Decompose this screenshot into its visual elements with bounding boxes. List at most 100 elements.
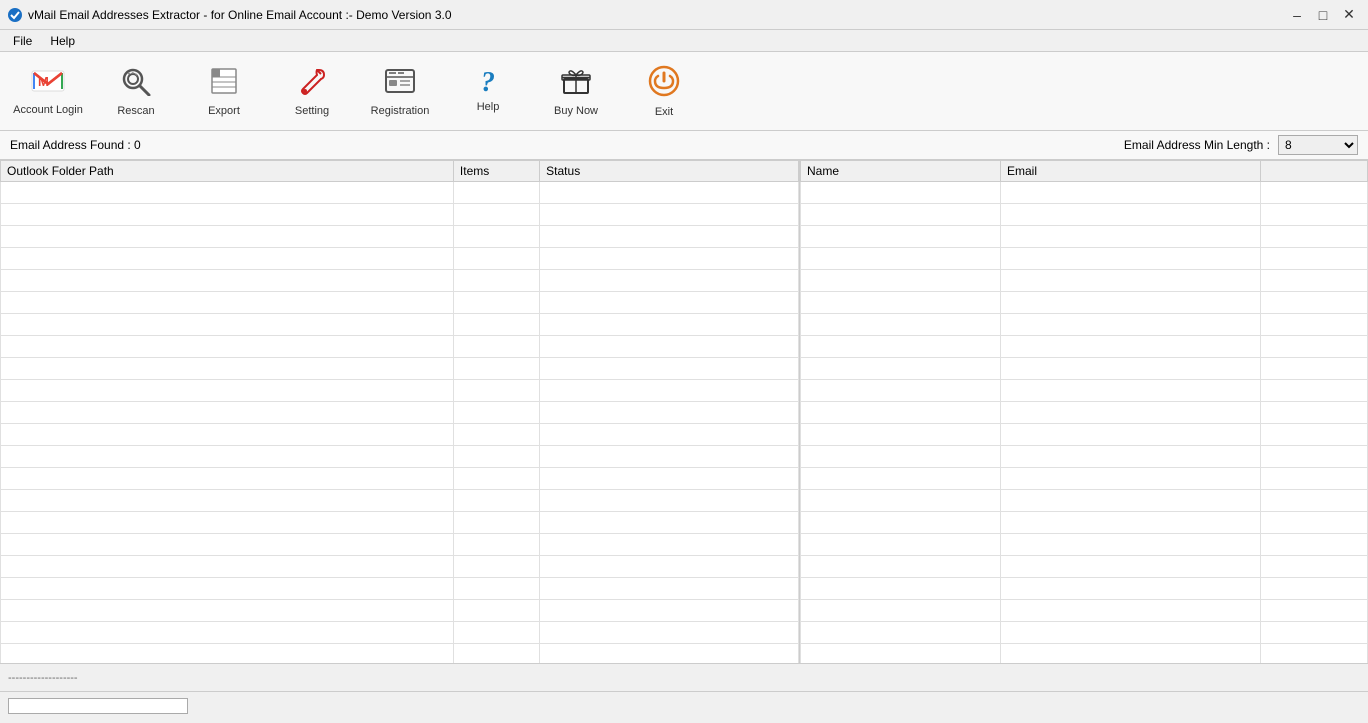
extra-cell <box>1261 358 1368 380</box>
items-cell <box>453 204 539 226</box>
name-cell <box>801 292 1001 314</box>
exit-button[interactable]: Exit <box>624 56 704 126</box>
table-row <box>801 402 1368 424</box>
setting-button[interactable]: Setting <box>272 56 352 126</box>
export-label: Export <box>208 105 240 117</box>
extra-cell <box>1261 380 1368 402</box>
email-cell <box>1001 402 1261 424</box>
extra-cell <box>1261 424 1368 446</box>
registration-button[interactable]: Registration <box>360 56 440 126</box>
maximize-button[interactable]: □ <box>1312 4 1334 26</box>
folder-path-cell <box>1 578 454 600</box>
folder-path-cell <box>1 424 454 446</box>
table-row <box>801 226 1368 248</box>
buy-now-icon <box>560 66 592 101</box>
table-row <box>1 556 799 578</box>
buy-now-label: Buy Now <box>554 105 598 117</box>
table-row <box>801 380 1368 402</box>
email-table-body <box>801 182 1368 664</box>
items-cell <box>453 380 539 402</box>
email-cell <box>1001 182 1261 204</box>
email-cell <box>1001 622 1261 644</box>
email-cell <box>1001 336 1261 358</box>
menu-help[interactable]: Help <box>41 31 84 51</box>
name-cell <box>801 578 1001 600</box>
status-cell <box>540 556 799 578</box>
name-cell <box>801 644 1001 664</box>
account-login-icon: M <box>30 67 66 100</box>
name-cell <box>801 182 1001 204</box>
table-row <box>801 358 1368 380</box>
table-row <box>801 556 1368 578</box>
table-row <box>1 292 799 314</box>
name-cell <box>801 468 1001 490</box>
table-row <box>1 358 799 380</box>
status-cell <box>540 204 799 226</box>
col-email: Email <box>1001 161 1261 182</box>
email-table: Name Email <box>800 160 1368 663</box>
folder-path-cell <box>1 446 454 468</box>
minimize-button[interactable]: – <box>1286 4 1308 26</box>
table-row <box>1 622 799 644</box>
name-cell <box>801 534 1001 556</box>
table-row <box>801 490 1368 512</box>
table-row <box>1 204 799 226</box>
close-button[interactable]: ✕ <box>1338 4 1360 26</box>
items-cell <box>453 314 539 336</box>
email-cell <box>1001 380 1261 402</box>
table-row <box>1 424 799 446</box>
menu-file[interactable]: File <box>4 31 41 51</box>
table-row <box>1 490 799 512</box>
status-cell <box>540 578 799 600</box>
table-row <box>1 644 799 664</box>
status-cell <box>540 270 799 292</box>
name-cell <box>801 248 1001 270</box>
table-row <box>1 182 799 204</box>
email-found-label: Email Address Found : 0 <box>10 138 141 152</box>
extra-cell <box>1261 644 1368 664</box>
items-cell <box>453 402 539 424</box>
items-cell <box>453 644 539 664</box>
rescan-button[interactable]: Rescan <box>96 56 176 126</box>
extra-cell <box>1261 534 1368 556</box>
status-cell <box>540 226 799 248</box>
col-items: Items <box>453 161 539 182</box>
setting-label: Setting <box>295 105 329 117</box>
items-cell <box>453 622 539 644</box>
folder-path-cell <box>1 622 454 644</box>
name-cell <box>801 490 1001 512</box>
folder-path-cell <box>1 644 454 664</box>
app-logo-icon <box>8 8 22 22</box>
help-button[interactable]: ? Help <box>448 56 528 126</box>
email-cell <box>1001 490 1261 512</box>
table-row <box>801 424 1368 446</box>
name-cell <box>801 556 1001 578</box>
status-cell <box>540 292 799 314</box>
min-length-select[interactable]: 5 6 7 8 9 10 11 12 <box>1278 135 1358 155</box>
name-cell <box>801 424 1001 446</box>
items-cell <box>453 578 539 600</box>
rescan-label: Rescan <box>117 105 154 117</box>
extra-cell <box>1261 556 1368 578</box>
table-row <box>1 578 799 600</box>
table-row <box>801 182 1368 204</box>
right-table: Name Email <box>800 160 1368 663</box>
col-name: Name <box>801 161 1001 182</box>
status-cell <box>540 336 799 358</box>
registration-label: Registration <box>371 105 430 117</box>
export-button[interactable]: Export <box>184 56 264 126</box>
table-row <box>1 512 799 534</box>
help-icon: ? <box>481 69 495 97</box>
folder-path-cell <box>1 468 454 490</box>
account-login-button[interactable]: M Account Login <box>8 56 88 126</box>
buy-now-button[interactable]: Buy Now <box>536 56 616 126</box>
name-cell <box>801 270 1001 292</box>
bottom-bar: ------------------- <box>0 663 1368 691</box>
email-cell <box>1001 644 1261 664</box>
table-row <box>801 204 1368 226</box>
folder-path-cell <box>1 336 454 358</box>
table-row <box>801 534 1368 556</box>
folder-path-cell <box>1 314 454 336</box>
name-cell <box>801 446 1001 468</box>
name-cell <box>801 622 1001 644</box>
